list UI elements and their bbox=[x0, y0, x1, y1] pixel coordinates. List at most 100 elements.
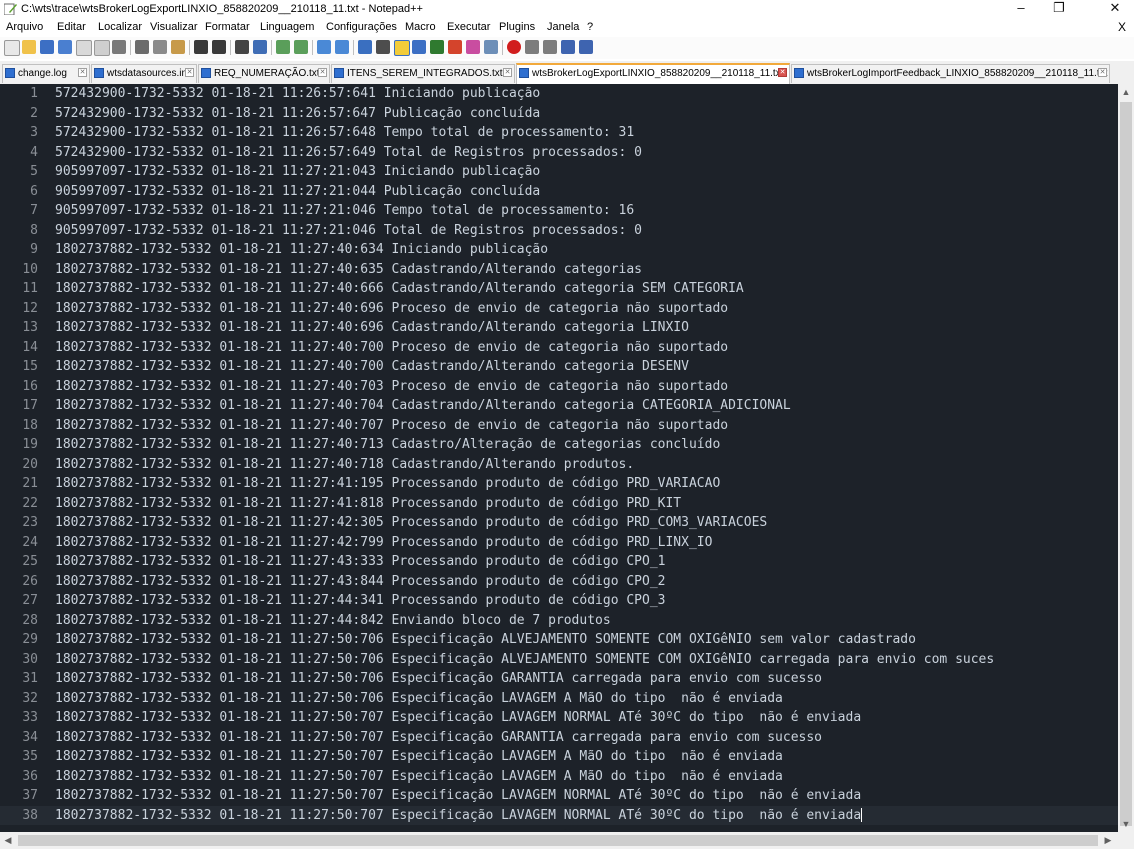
line-text[interactable]: 1802737882-1732-5332 01-18-21 11:27:50:7… bbox=[55, 806, 863, 826]
editor-line[interactable]: 8 905997097-1732-5332 01-18-21 11:27:21:0… bbox=[0, 221, 1118, 241]
editor-line[interactable]: 22 1802737882-1732-5332 01-18-21 11:27:41… bbox=[0, 494, 1118, 514]
editor-line[interactable]: 20 1802737882-1732-5332 01-18-21 11:27:40… bbox=[0, 455, 1118, 475]
sync-horizontal-icon[interactable] bbox=[335, 40, 349, 54]
tab-itens-serem-integrados[interactable]: ITENS_SEREM_INTEGRADOS.txt ✕ bbox=[331, 64, 515, 83]
line-text[interactable]: 1802737882-1732-5332 01-18-21 11:27:41:8… bbox=[55, 494, 681, 514]
line-text[interactable]: 572432900-1732-5332 01-18-21 11:26:57:64… bbox=[55, 143, 642, 163]
record-macro-icon[interactable] bbox=[507, 40, 521, 54]
line-text[interactable]: 1802737882-1732-5332 01-18-21 11:27:40:6… bbox=[55, 318, 689, 338]
editor-line[interactable]: 5 905997097-1732-5332 01-18-21 11:27:21:0… bbox=[0, 162, 1118, 182]
line-text[interactable]: 1802737882-1732-5332 01-18-21 11:27:50:7… bbox=[55, 630, 916, 650]
scroll-left-arrow-icon[interactable]: ◀ bbox=[0, 832, 16, 849]
line-text[interactable]: 1802737882-1732-5332 01-18-21 11:27:40:6… bbox=[55, 260, 642, 280]
save-macro-icon[interactable] bbox=[579, 40, 593, 54]
tab-close-icon[interactable]: ✕ bbox=[185, 68, 194, 77]
line-text[interactable]: 1802737882-1732-5332 01-18-21 11:27:50:7… bbox=[55, 669, 822, 689]
scroll-down-arrow-icon[interactable]: ▼ bbox=[1118, 816, 1134, 832]
open-file-icon[interactable] bbox=[22, 40, 36, 54]
tab-req-numeracao[interactable]: REQ_NUMERAÇÃO.txt ✕ bbox=[198, 64, 330, 83]
print-icon[interactable] bbox=[112, 40, 126, 54]
scroll-right-arrow-icon[interactable]: ▶ bbox=[1100, 832, 1116, 849]
menu-arquivo[interactable]: Arquivo bbox=[6, 21, 43, 33]
zoom-in-icon[interactable] bbox=[276, 40, 290, 54]
line-text[interactable]: 1802737882-1732-5332 01-18-21 11:27:50:7… bbox=[55, 650, 994, 670]
editor-line[interactable]: 16 1802737882-1732-5332 01-18-21 11:27:40… bbox=[0, 377, 1118, 397]
editor-line[interactable]: 1 572432900-1732-5332 01-18-21 11:26:57:6… bbox=[0, 84, 1118, 104]
monitoring-icon[interactable] bbox=[484, 40, 498, 54]
line-text[interactable]: 1802737882-1732-5332 01-18-21 11:27:41:1… bbox=[55, 474, 720, 494]
doc-map-icon[interactable] bbox=[430, 40, 444, 54]
tab-close-icon[interactable]: ✕ bbox=[1098, 68, 1107, 77]
editor-line[interactable]: 6 905997097-1732-5332 01-18-21 11:27:21:0… bbox=[0, 182, 1118, 202]
editor-line[interactable]: 17 1802737882-1732-5332 01-18-21 11:27:40… bbox=[0, 396, 1118, 416]
tab-close-icon[interactable]: ✕ bbox=[503, 68, 512, 77]
line-text[interactable]: 572432900-1732-5332 01-18-21 11:26:57:64… bbox=[55, 123, 634, 143]
editor-line[interactable]: 15 1802737882-1732-5332 01-18-21 11:27:40… bbox=[0, 357, 1118, 377]
menu-help[interactable]: ? bbox=[587, 21, 593, 33]
editor-line[interactable]: 2 572432900-1732-5332 01-18-21 11:26:57:6… bbox=[0, 104, 1118, 124]
editor-line[interactable]: 14 1802737882-1732-5332 01-18-21 11:27:40… bbox=[0, 338, 1118, 358]
editor-line[interactable]: 27 1802737882-1732-5332 01-18-21 11:27:44… bbox=[0, 591, 1118, 611]
tab-wtsdatasources-ini[interactable]: wtsdatasources.ini ✕ bbox=[91, 64, 197, 83]
editor-line[interactable]: 24 1802737882-1732-5332 01-18-21 11:27:42… bbox=[0, 533, 1118, 553]
run-macro-multiple-icon[interactable] bbox=[561, 40, 575, 54]
cut-icon[interactable] bbox=[135, 40, 149, 54]
copy-icon[interactable] bbox=[153, 40, 167, 54]
line-text[interactable]: 1802737882-1732-5332 01-18-21 11:27:43:8… bbox=[55, 572, 665, 592]
zoom-out-icon[interactable] bbox=[294, 40, 308, 54]
save-all-icon[interactable] bbox=[58, 40, 72, 54]
line-text[interactable]: 905997097-1732-5332 01-18-21 11:27:21:04… bbox=[55, 221, 642, 241]
menu-visualizar[interactable]: Visualizar bbox=[150, 21, 198, 33]
close-all-icon[interactable] bbox=[94, 40, 110, 56]
line-text[interactable]: 905997097-1732-5332 01-18-21 11:27:21:04… bbox=[55, 162, 540, 182]
editor-line[interactable]: 10 1802737882-1732-5332 01-18-21 11:27:40… bbox=[0, 260, 1118, 280]
menu-linguagem[interactable]: Linguagem bbox=[260, 21, 314, 33]
find-icon[interactable] bbox=[235, 40, 249, 54]
line-text[interactable]: 1802737882-1732-5332 01-18-21 11:27:40:7… bbox=[55, 435, 720, 455]
undo-icon[interactable] bbox=[194, 40, 208, 54]
indent-guide-icon[interactable] bbox=[394, 40, 410, 56]
line-text[interactable]: 1802737882-1732-5332 01-18-21 11:27:40:7… bbox=[55, 338, 728, 358]
new-file-icon[interactable] bbox=[4, 40, 20, 56]
menu-localizar[interactable]: Localizar bbox=[98, 21, 142, 33]
line-text[interactable]: 1802737882-1732-5332 01-18-21 11:27:44:8… bbox=[55, 611, 611, 631]
line-text[interactable]: 1802737882-1732-5332 01-18-21 11:27:50:7… bbox=[55, 747, 783, 767]
menu-configuracoes[interactable]: Configurações bbox=[326, 21, 397, 33]
tab-close-icon[interactable]: ✕ bbox=[78, 68, 87, 77]
editor-line[interactable]: 30 1802737882-1732-5332 01-18-21 11:27:50… bbox=[0, 650, 1118, 670]
editor-line[interactable]: 26 1802737882-1732-5332 01-18-21 11:27:43… bbox=[0, 572, 1118, 592]
horizontal-scrollbar[interactable]: ◀ ▶ bbox=[0, 832, 1134, 849]
editor-line[interactable]: 19 1802737882-1732-5332 01-18-21 11:27:40… bbox=[0, 435, 1118, 455]
line-text[interactable]: 1802737882-1732-5332 01-18-21 11:27:50:7… bbox=[55, 786, 861, 806]
line-text[interactable]: 1802737882-1732-5332 01-18-21 11:27:40:6… bbox=[55, 279, 744, 299]
editor-line[interactable]: 11 1802737882-1732-5332 01-18-21 11:27:40… bbox=[0, 279, 1118, 299]
paste-icon[interactable] bbox=[171, 40, 185, 54]
close-button[interactable]: ✕ bbox=[1096, 0, 1134, 18]
line-text[interactable]: 905997097-1732-5332 01-18-21 11:27:21:04… bbox=[55, 201, 634, 221]
udl-icon[interactable] bbox=[412, 40, 426, 54]
editor-line[interactable]: 7 905997097-1732-5332 01-18-21 11:27:21:0… bbox=[0, 201, 1118, 221]
minimize-button[interactable]: – bbox=[1002, 0, 1040, 18]
line-text[interactable]: 572432900-1732-5332 01-18-21 11:26:57:64… bbox=[55, 104, 540, 124]
editor-line[interactable]: 4 572432900-1732-5332 01-18-21 11:26:57:6… bbox=[0, 143, 1118, 163]
tab-wtsbrokerlogexport[interactable]: wtsBrokerLogExportLINXIO_858820209__2101… bbox=[516, 63, 790, 84]
tab-wtsbrokerlogimportfeedback[interactable]: wtsBrokerLogImportFeedback_LINXIO_858820… bbox=[791, 64, 1110, 83]
menu-formatar[interactable]: Formatar bbox=[205, 21, 250, 33]
scroll-up-arrow-icon[interactable]: ▲ bbox=[1118, 84, 1134, 100]
editor-line[interactable]: 36 1802737882-1732-5332 01-18-21 11:27:50… bbox=[0, 767, 1118, 787]
editor-line[interactable]: 32 1802737882-1732-5332 01-18-21 11:27:50… bbox=[0, 689, 1118, 709]
horizontal-scroll-thumb[interactable] bbox=[18, 835, 1098, 846]
line-text[interactable]: 905997097-1732-5332 01-18-21 11:27:21:04… bbox=[55, 182, 540, 202]
editor-line[interactable]: 38 1802737882-1732-5332 01-18-21 11:27:50… bbox=[0, 805, 1118, 826]
word-wrap-icon[interactable] bbox=[358, 40, 372, 54]
line-text[interactable]: 1802737882-1732-5332 01-18-21 11:27:40:7… bbox=[55, 377, 728, 397]
line-text[interactable]: 1802737882-1732-5332 01-18-21 11:27:50:7… bbox=[55, 767, 783, 787]
menu-plugins[interactable]: Plugins bbox=[499, 21, 535, 33]
close-file-icon[interactable] bbox=[76, 40, 92, 56]
line-text[interactable]: 1802737882-1732-5332 01-18-21 11:27:50:7… bbox=[55, 708, 861, 728]
close-document-button[interactable]: X bbox=[1118, 20, 1126, 34]
vertical-scroll-thumb[interactable] bbox=[1120, 102, 1132, 826]
editor-line[interactable]: 29 1802737882-1732-5332 01-18-21 11:27:50… bbox=[0, 630, 1118, 650]
tab-close-icon[interactable]: ✕ bbox=[318, 68, 327, 77]
stop-macro-icon[interactable] bbox=[525, 40, 539, 54]
